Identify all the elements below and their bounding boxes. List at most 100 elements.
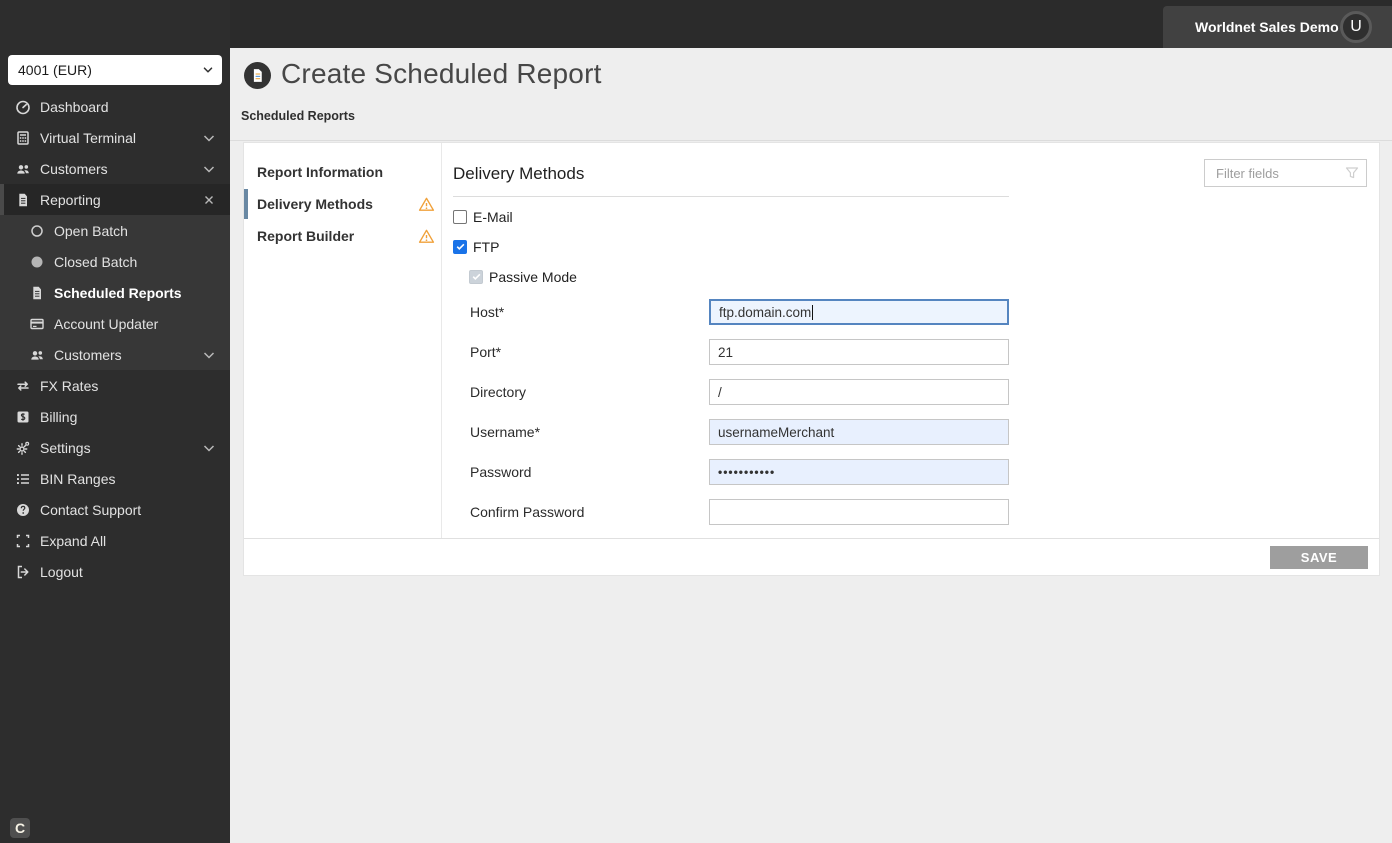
avatar[interactable]: U (1340, 11, 1372, 43)
sidebar-item-fx-rates[interactable]: FX Rates (0, 370, 230, 401)
sidebar-item-label: Virtual Terminal (40, 129, 136, 146)
sidebar-item-closed-batch[interactable]: Closed Batch (0, 246, 230, 277)
sidebar-item-open-batch[interactable]: Open Batch (0, 215, 230, 246)
sidebar-item-account-updater[interactable]: Account Updater (0, 308, 230, 339)
chevron-down-icon[interactable] (201, 130, 217, 146)
fx-rates-icon (15, 378, 31, 394)
report-step-label: Report Information (257, 164, 383, 180)
panel-footer: SAVE (244, 539, 1379, 575)
scheduled-report-panel: Report Information Delivery Methods Report… (243, 142, 1380, 576)
sidebar-item-label: FX Rates (40, 377, 99, 394)
report-step-report-information[interactable]: Report Information (244, 156, 441, 188)
warning-icon (418, 196, 435, 213)
report-step-label: Delivery Methods (257, 196, 373, 212)
sidebar: 4001 (EUR) Dashboard Virtual Terminal Cust… (0, 0, 230, 843)
close-icon[interactable] (201, 192, 217, 208)
ftp-checkbox[interactable] (453, 240, 467, 254)
passive-mode-checkbox-label: Passive Mode (489, 269, 577, 285)
sidebar-item-billing[interactable]: Billing (0, 401, 230, 432)
sidebar-item-label: Billing (40, 408, 78, 425)
ftp-checkbox-label: FTP (473, 239, 500, 255)
sidebar-item-label: BIN Ranges (40, 470, 116, 487)
page-title: Create Scheduled Report (281, 58, 602, 89)
username-value: usernameMerchant (718, 424, 835, 440)
host-label: Host* (470, 304, 505, 320)
breadcrumb[interactable]: Scheduled Reports (241, 109, 355, 123)
sidebar-item-label: Scheduled Reports (54, 284, 182, 301)
field-row-directory: Directory / (453, 372, 1367, 412)
sidebar-item-label: Contact Support (40, 501, 142, 518)
terminal-select[interactable]: 4001 (EUR) (8, 55, 222, 85)
expand-all-icon (15, 533, 31, 549)
sidebar-item-bin-ranges[interactable]: BIN Ranges (0, 463, 230, 494)
password-input[interactable]: ••••••••••• (709, 459, 1009, 485)
terminal-select-input[interactable]: 4001 (EUR) (8, 55, 222, 85)
sidebar-item-scheduled-reports[interactable]: Scheduled Reports (0, 277, 230, 308)
field-row-confirm-password: Confirm Password (453, 492, 1367, 532)
sidebar-item-dashboard[interactable]: Dashboard (0, 91, 230, 122)
account-updater-icon (29, 316, 45, 332)
password-label: Password (470, 464, 532, 480)
filter-fields-input[interactable] (1214, 164, 1344, 182)
checkbox-row-e-mail: E-Mail (453, 202, 1367, 232)
sidebar-item-label: Open Batch (54, 222, 128, 239)
chevron-down-icon[interactable] (201, 161, 217, 177)
filter-fields-box[interactable] (1204, 159, 1367, 187)
sidebar-item-expand-all[interactable]: Expand All (0, 525, 230, 556)
field-row-port: Port* 21 (453, 332, 1367, 372)
reporting-icon (15, 192, 31, 208)
chevron-down-icon[interactable] (201, 347, 217, 363)
report-page-icon (244, 62, 271, 89)
bin-ranges-icon (15, 471, 31, 487)
sidebar-item-label: Account Updater (54, 315, 159, 332)
delivery-methods-section: Delivery Methods E-Mail FTP Passive Mode H… (442, 143, 1379, 538)
user-menu[interactable]: Worldnet Sales Demo U (1163, 6, 1392, 48)
directory-input[interactable]: / (709, 379, 1009, 405)
sidebar-item-contact-support[interactable]: Contact Support (0, 494, 230, 525)
report-step-delivery-methods[interactable]: Delivery Methods (244, 188, 441, 220)
confirm-password-input[interactable] (709, 499, 1009, 525)
passive-mode-checkbox (469, 270, 483, 284)
sidebar-item-virtual-terminal[interactable]: Virtual Terminal (0, 122, 230, 153)
sidebar-item-label: Logout (40, 563, 83, 580)
sidebar-item-logout[interactable]: Logout (0, 556, 230, 587)
chevron-down-icon[interactable] (201, 440, 217, 456)
sidebar-item-settings[interactable]: Settings (0, 432, 230, 463)
checkbox-row-ftp: FTP (453, 232, 1367, 262)
port-label: Port* (470, 344, 502, 360)
ftp-settings-form: Host* ftp.domain.com Port* 21 Directory / User… (453, 292, 1367, 532)
section-divider (453, 196, 1009, 197)
port-value: 21 (718, 344, 734, 360)
host-input[interactable]: ftp.domain.com (709, 299, 1009, 325)
text-caret (812, 304, 814, 320)
password-value: ••••••••••• (718, 465, 776, 479)
directory-value: / (718, 384, 722, 400)
checkbox-row-passive-mode: Passive Mode (453, 262, 1367, 292)
settings-icon (15, 440, 31, 456)
header-divider (230, 140, 1392, 141)
confirm-password-label: Confirm Password (470, 504, 585, 520)
scheduled-reports-icon (29, 285, 45, 301)
host-value: ftp.domain.com (719, 304, 812, 320)
sidebar-item-label: Closed Batch (54, 253, 138, 270)
field-row-password: Password ••••••••••• (453, 452, 1367, 492)
cookie-logo[interactable]: C (10, 818, 30, 838)
report-step-label: Report Builder (257, 228, 355, 244)
sidebar-item-label: Dashboard (40, 98, 109, 115)
save-button[interactable]: SAVE (1270, 545, 1368, 569)
sidebar-item-customers[interactable]: Customers (0, 339, 230, 370)
sidebar-item-reporting[interactable]: Reporting (0, 184, 230, 215)
sidebar-item-customers[interactable]: Customers (0, 153, 230, 184)
e-mail-checkbox[interactable] (453, 210, 467, 224)
username-input[interactable]: usernameMerchant (709, 419, 1009, 445)
dashboard-icon (15, 99, 31, 115)
username-label: Username* (470, 424, 541, 440)
sidebar-item-label: Customers (54, 346, 122, 363)
e-mail-checkbox-label: E-Mail (473, 209, 513, 225)
merchant-name: Worldnet Sales Demo (1195, 19, 1339, 35)
filter-icon (1344, 165, 1360, 181)
port-input[interactable]: 21 (709, 339, 1009, 365)
billing-icon (15, 409, 31, 425)
report-step-report-builder[interactable]: Report Builder (244, 220, 441, 252)
customers-icon (29, 347, 45, 363)
